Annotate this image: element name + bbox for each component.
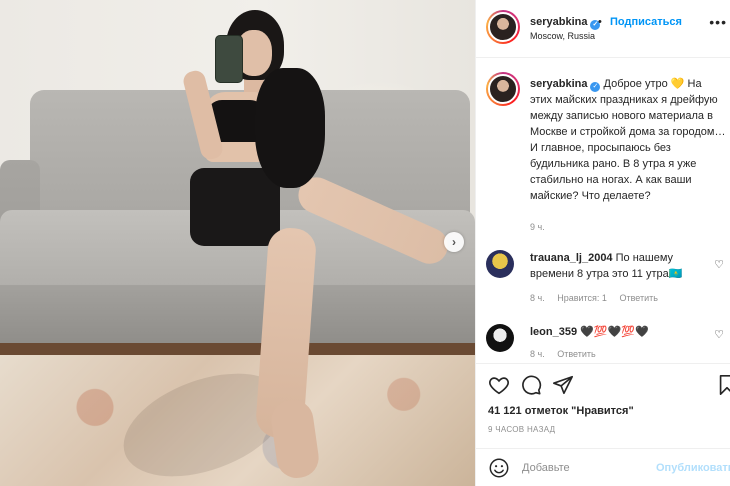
chevron-right-icon: › [452, 235, 456, 249]
sofa-base [0, 285, 475, 345]
post-actions: 41 121 отметок "Нравится" 9 ЧАСОВ НАЗАД … [476, 363, 730, 486]
caption-time[interactable]: 9 ч. [530, 222, 545, 232]
comment-meta: 8 ч. Нравится: 1 Ответить [530, 293, 668, 303]
comment-reply-button[interactable]: Ответить [557, 349, 595, 359]
comment-username[interactable]: trauana_lj_2004 [530, 252, 613, 264]
comment-body: 🖤💯🖤💯🖤 [580, 326, 649, 338]
share-icon[interactable] [552, 374, 574, 396]
more-options-icon[interactable]: ••• [709, 14, 727, 30]
caption-body: Доброе утро 💛 На этих майских праздниках… [530, 78, 726, 202]
verified-badge-icon: ✓ [590, 82, 601, 92]
black-dog [255, 68, 325, 188]
next-photo-button[interactable]: › [444, 232, 464, 252]
follow-button[interactable]: Подписаться [610, 16, 682, 28]
post-photo[interactable]: › [0, 0, 475, 486]
comment-meta: 8 ч. Ответить [530, 349, 606, 359]
comment-text: trauana_lj_2004 По нашему времени 8 утра… [530, 250, 700, 282]
comment-heart-icon[interactable]: ♡ [714, 328, 724, 341]
smartphone [215, 35, 243, 83]
post-header: seryabkina ✓ • Подписаться Moscow, Russia… [476, 0, 730, 58]
comment-text: leon_359 🖤💯🖤💯🖤 [530, 324, 700, 340]
separator-dot: • [598, 16, 602, 28]
author-avatar[interactable] [486, 10, 520, 44]
caption-text: seryabkina ✓ Доброе утро 💛 На этих майски… [530, 76, 726, 204]
add-comment-bar: Добавьте Опубликовать [476, 448, 730, 486]
commenter-avatar[interactable] [486, 324, 514, 352]
smiley-icon[interactable] [488, 457, 510, 479]
commenter-avatar[interactable] [486, 250, 514, 278]
author-username[interactable]: seryabkina ✓ [530, 16, 601, 30]
comment-username[interactable]: leon_359 [530, 326, 577, 338]
caption-username[interactable]: seryabkina [530, 78, 587, 90]
bookmark-icon[interactable] [716, 374, 730, 396]
sofa-wood-trim [0, 343, 475, 355]
likes-count[interactable]: 41 121 отметок "Нравится" [488, 405, 634, 417]
comment-heart-icon[interactable]: ♡ [714, 258, 724, 271]
publish-button[interactable]: Опубликовать [656, 462, 730, 474]
comment-time[interactable]: 8 ч. [530, 293, 545, 303]
comment-time[interactable]: 8 ч. [530, 349, 545, 359]
comment-input[interactable]: Добавьте [522, 462, 570, 474]
heart-icon[interactable] [488, 374, 510, 396]
post-time[interactable]: 9 ЧАСОВ НАЗАД [488, 425, 555, 434]
comment-icon[interactable] [520, 374, 542, 396]
post-sidebar: seryabkina ✓ • Подписаться Moscow, Russia… [475, 0, 730, 486]
location-link[interactable]: Moscow, Russia [530, 31, 595, 41]
comment-reply-button[interactable]: Ответить [619, 293, 657, 303]
comment-likes[interactable]: Нравится: 1 [557, 293, 607, 303]
woman-shorts [190, 168, 280, 246]
caption-avatar[interactable] [486, 72, 520, 106]
